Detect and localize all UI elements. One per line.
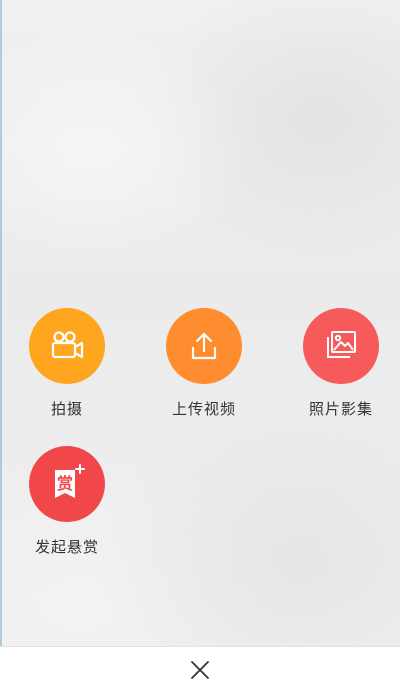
window-edge	[0, 0, 2, 692]
bottom-bar	[0, 646, 400, 692]
shoot-circle	[29, 308, 105, 384]
upload-icon	[191, 332, 217, 360]
menu-item-label: 照片影集	[308, 400, 373, 418]
video-camera-icon	[51, 331, 84, 359]
album-circle	[303, 308, 379, 384]
menu-item-shoot[interactable]: 拍摄	[7, 308, 127, 419]
menu-item-photo-album[interactable]: 照片影集	[281, 308, 400, 419]
close-icon	[191, 661, 209, 679]
reward-circle: 赏	[29, 446, 105, 522]
menu-item-start-reward[interactable]: 赏 发起悬赏	[7, 446, 127, 557]
menu-item-label: 上传视频	[171, 400, 236, 418]
reward-icon: 赏	[55, 464, 85, 498]
menu-item-label: 发起悬赏	[34, 538, 99, 556]
menu-item-upload-video[interactable]: 上传视频	[144, 308, 264, 419]
menu-item-label: 拍摄	[50, 400, 83, 418]
photo-album-icon	[327, 331, 356, 358]
close-button[interactable]	[180, 650, 220, 690]
reward-icon-glyph: 赏	[57, 474, 73, 493]
upload-circle	[166, 308, 242, 384]
